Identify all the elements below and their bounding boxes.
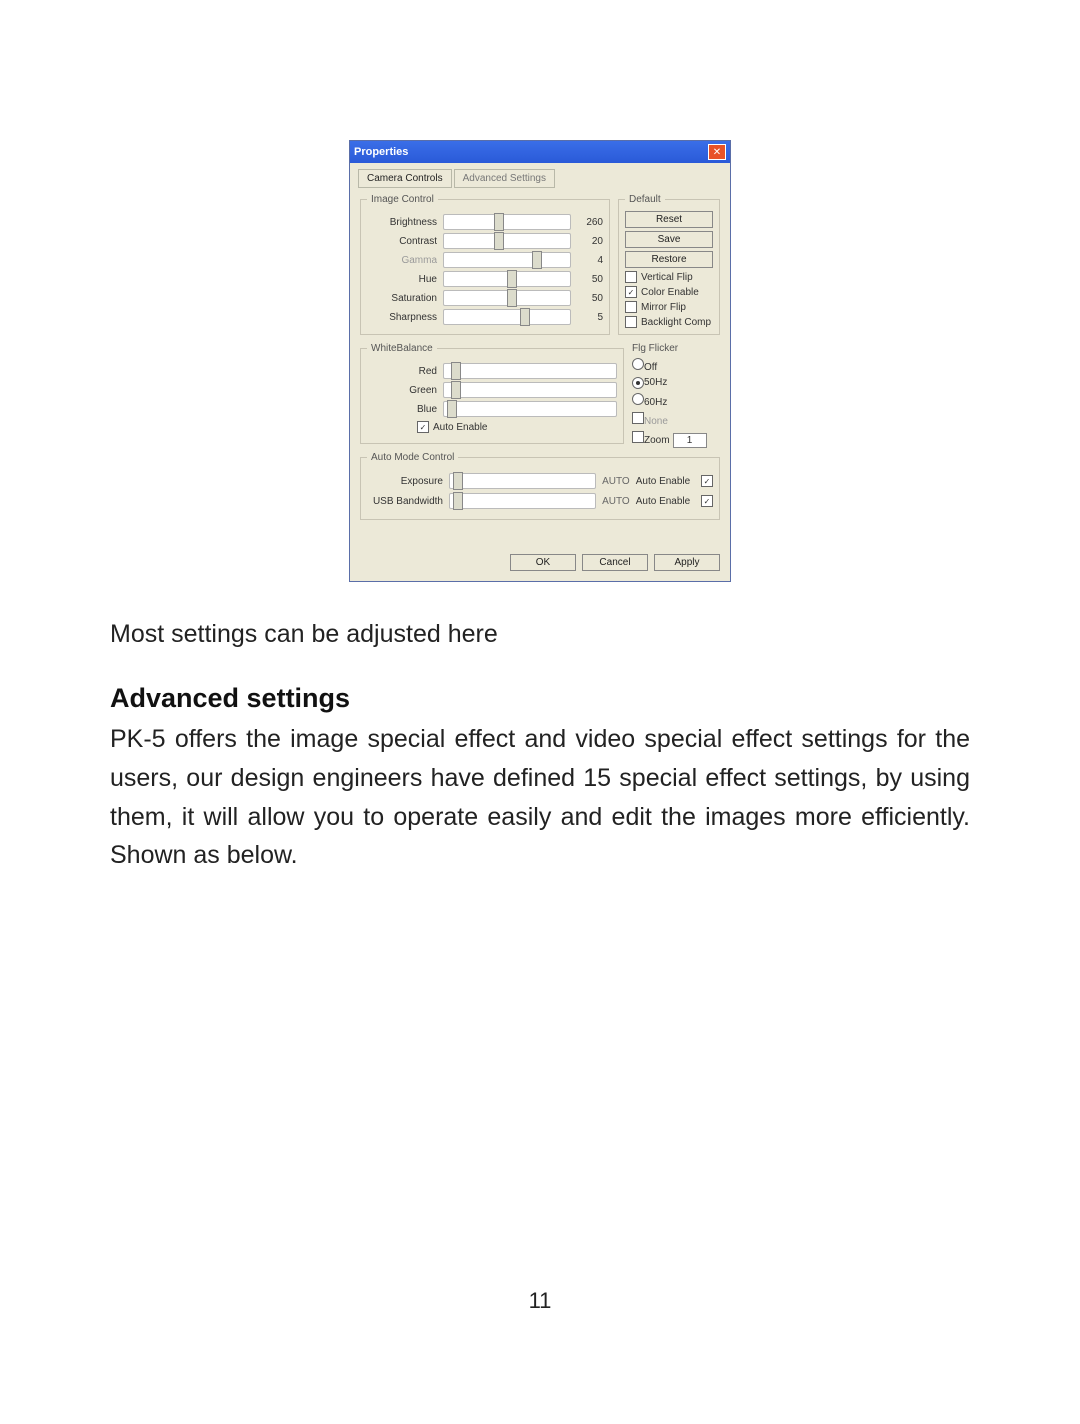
image-control-group: Image Control Brightness 260 Contrast 20 G… [360,194,610,335]
contrast-slider[interactable] [443,233,571,249]
dialog-title: Properties [354,146,408,158]
flicker-group: Flg Flicker Off 50Hz 60Hz None Zoom1 [632,343,720,452]
flicker-none-checkbox: None [632,412,720,427]
zoom-value[interactable]: 1 [673,433,707,448]
saturation-value: 50 [577,293,603,304]
usb-auto-text: AUTO [602,496,630,507]
whitebalance-group: WhiteBalance Red Green Blue ✓Auto Enable [360,343,624,444]
usb-label: USB Bandwidth [367,496,443,507]
default-legend: Default [625,194,665,205]
exposure-auto-checkbox[interactable]: Auto Enable ✓ [636,475,713,487]
blue-slider[interactable] [443,401,617,417]
flicker-legend: Flg Flicker [632,343,720,354]
sharpness-label: Sharpness [367,312,437,323]
brightness-slider[interactable] [443,214,571,230]
wb-legend: WhiteBalance [367,343,437,354]
exposure-label: Exposure [367,476,443,487]
brightness-label: Brightness [367,217,437,228]
hue-value: 50 [577,274,603,285]
flicker-off-radio[interactable]: Off [632,358,720,373]
tab-advanced-settings[interactable]: Advanced Settings [454,169,555,188]
mirror-flip-checkbox[interactable]: Mirror Flip [625,301,713,313]
image-control-legend: Image Control [367,194,438,205]
contrast-label: Contrast [367,236,437,247]
usb-slider[interactable] [449,493,596,509]
apply-button[interactable]: Apply [654,554,720,571]
titlebar: Properties ✕ [350,141,730,163]
default-group: Default Reset Save Restore Vertical Flip… [618,194,720,335]
exposure-auto-text: AUTO [602,476,630,487]
red-slider[interactable] [443,363,617,379]
green-label: Green [367,385,437,396]
saturation-label: Saturation [367,293,437,304]
save-button[interactable]: Save [625,231,713,248]
backlight-checkbox[interactable]: Backlight Comp [625,316,713,328]
vertical-flip-checkbox[interactable]: Vertical Flip [625,271,713,283]
saturation-slider[interactable] [443,290,571,306]
properties-dialog: Properties ✕ Camera Controls Advanced Se… [349,140,731,582]
cancel-button[interactable]: Cancel [582,554,648,571]
zoom-checkbox[interactable]: Zoom1 [632,431,720,448]
sharpness-value: 5 [577,312,603,323]
red-label: Red [367,366,437,377]
body-text: PK-5 offers the image special effect and… [110,720,970,875]
gamma-value: 4 [577,255,603,266]
page-number: 11 [0,1288,1080,1314]
hue-slider[interactable] [443,271,571,287]
contrast-value: 20 [577,236,603,247]
tab-camera-controls[interactable]: Camera Controls [358,169,452,188]
section-heading: Advanced settings [110,683,970,714]
usb-auto-checkbox[interactable]: Auto Enable ✓ [636,495,713,507]
brightness-value: 260 [577,217,603,228]
flicker-60hz-radio[interactable]: 60Hz [632,393,720,408]
gamma-label: Gamma [367,255,437,266]
gamma-slider[interactable] [443,252,571,268]
sharpness-slider[interactable] [443,309,571,325]
exposure-slider[interactable] [449,473,596,489]
blue-label: Blue [367,404,437,415]
flicker-50hz-radio[interactable]: 50Hz [632,377,720,389]
auto-mode-legend: Auto Mode Control [367,452,458,463]
green-slider[interactable] [443,382,617,398]
color-enable-checkbox[interactable]: ✓Color Enable [625,286,713,298]
close-icon[interactable]: ✕ [708,144,726,160]
restore-button[interactable]: Restore [625,251,713,268]
ok-button[interactable]: OK [510,554,576,571]
reset-button[interactable]: Reset [625,211,713,228]
hue-label: Hue [367,274,437,285]
caption-text: Most settings can be adjusted here [110,620,970,649]
wb-auto-checkbox[interactable]: ✓Auto Enable [417,421,617,433]
auto-mode-group: Auto Mode Control Exposure AUTO Auto Ena… [360,452,720,520]
